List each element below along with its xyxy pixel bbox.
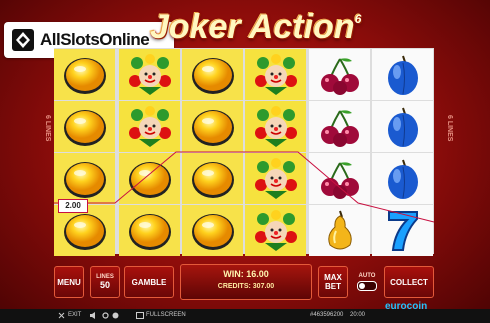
fullscreen-icon[interactable] <box>136 312 144 319</box>
info-icon[interactable] <box>112 312 119 319</box>
settings-icon[interactable] <box>102 312 109 319</box>
auto-toggle[interactable] <box>357 281 377 291</box>
auto-label: AUTO <box>358 273 376 279</box>
credits-amount: CREDITS: 307.00 <box>217 283 275 290</box>
lines-button[interactable]: LINES 50 <box>90 266 120 298</box>
auto-toggle-group[interactable]: AUTO <box>354 266 380 298</box>
session-id: #463596200 <box>310 312 344 318</box>
collect-label: COLLECT <box>390 277 428 287</box>
win-line-value: 2.00 <box>58 199 88 213</box>
win-line <box>54 151 435 223</box>
exit-icon[interactable] <box>58 312 65 319</box>
lines-value: 50 <box>99 280 110 290</box>
max-bet-button[interactable]: MAX BET <box>318 266 348 298</box>
max-bet-label-2: BET <box>325 282 341 291</box>
gamble-label: GAMBLE <box>131 277 167 287</box>
clock: 20:00 <box>350 312 366 318</box>
footer-bar: EXIT FULLSCREEN #463596200 20:00 <box>0 309 490 323</box>
win-credits-display: WIN: 16.00 CREDITS: 307.00 <box>180 264 312 300</box>
menu-button[interactable]: MENU <box>54 266 84 298</box>
exit-label[interactable]: EXIT <box>68 312 81 318</box>
collect-button[interactable]: COLLECT <box>384 266 434 298</box>
speaker-icon[interactable] <box>90 312 98 319</box>
max-bet-label-1: MAX <box>324 273 342 282</box>
gamble-button[interactable]: GAMBLE <box>124 266 174 298</box>
win-amount: WIN: 16.00 <box>223 269 269 279</box>
fullscreen-label[interactable]: FULLSCREEN <box>146 312 186 318</box>
menu-label: MENU <box>57 277 81 287</box>
